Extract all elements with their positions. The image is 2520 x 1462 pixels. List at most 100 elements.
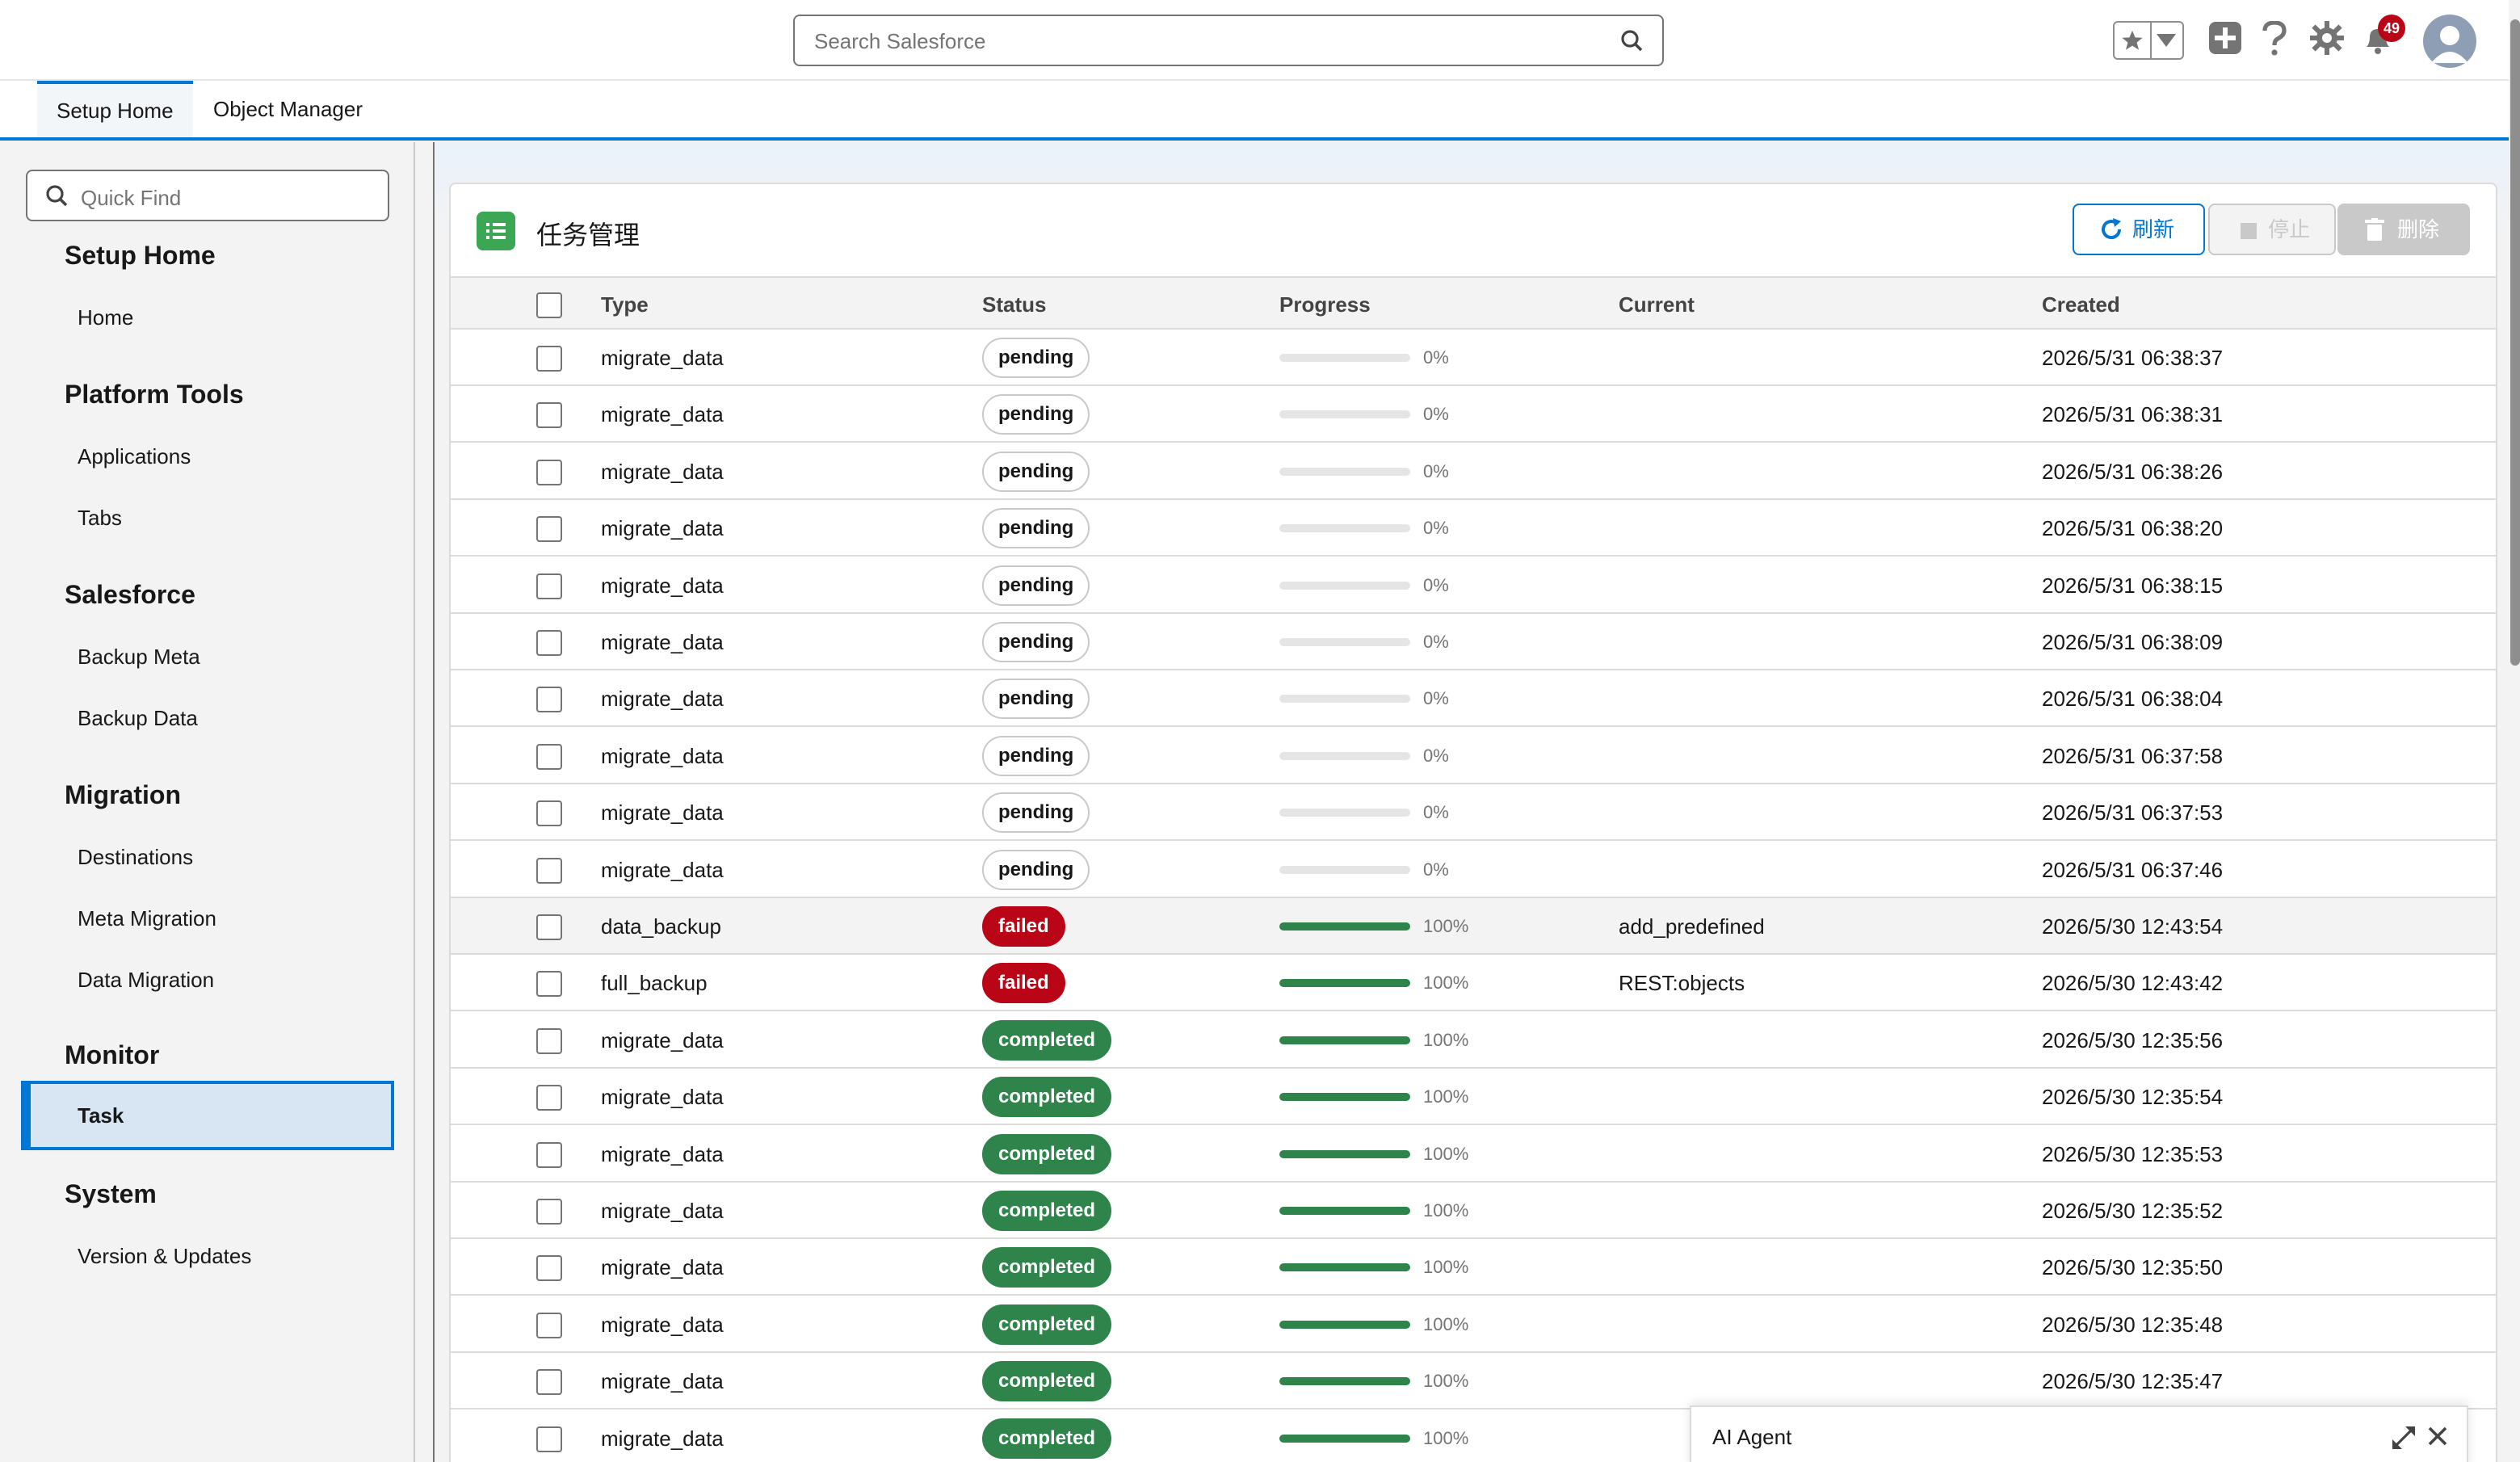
row-checkbox[interactable]	[536, 1085, 562, 1111]
help-icon[interactable]	[2258, 21, 2291, 57]
task-list-icon	[477, 212, 515, 250]
progress-label: 100%	[1423, 1427, 1469, 1448]
ai-agent-title: AI Agent	[1712, 1425, 1792, 1449]
row-checkbox[interactable]	[536, 1312, 562, 1338]
sidebar-item-task[interactable]: Task	[21, 1081, 394, 1150]
table-row[interactable]: migrate_data pending 0% 2026/5/31 06:38:31	[451, 386, 2496, 443]
table-row[interactable]: migrate_data pending 0% 2026/5/31 06:38:20	[451, 500, 2496, 557]
cell-type: migrate_data	[601, 1199, 724, 1223]
row-checkbox[interactable]	[536, 1255, 562, 1282]
table-row[interactable]: migrate_data completed 100% 2026/5/30 12:35…	[451, 1183, 2496, 1239]
cell-created: 2026/5/31 06:37:58	[2042, 743, 2224, 768]
sidebar-item-backup-meta[interactable]: Backup Meta	[78, 645, 200, 670]
column-header-type[interactable]: Type	[601, 292, 649, 317]
table-row[interactable]: migrate_data pending 0% 2026/5/31 06:37:53	[451, 784, 2496, 842]
delete-button[interactable]: 删除	[2337, 204, 2470, 255]
row-checkbox[interactable]	[536, 1199, 562, 1225]
cell-type: migrate_data	[601, 743, 724, 768]
table-header: Type Status Progress Current Created	[451, 276, 2496, 330]
progress-fill	[1279, 1149, 1410, 1158]
sidebar-item-home[interactable]: Home	[78, 305, 133, 330]
select-all-checkbox[interactable]	[536, 292, 562, 318]
sidebar-item-data-migration[interactable]: Data Migration	[78, 968, 214, 993]
stop-button[interactable]: 停止	[2208, 204, 2336, 255]
table-row[interactable]: migrate_data completed 100% 2026/5/30 12:35…	[451, 1239, 2496, 1296]
quick-find-placeholder: Quick Find	[81, 186, 182, 210]
row-checkbox[interactable]	[536, 1027, 562, 1054]
quick-find-input[interactable]: Quick Find	[26, 170, 389, 221]
row-checkbox[interactable]	[536, 914, 562, 940]
row-checkbox[interactable]	[536, 857, 562, 884]
row-checkbox[interactable]	[536, 800, 562, 827]
cell-created: 2026/5/31 06:38:09	[2042, 630, 2224, 654]
scrollbar-thumb[interactable]	[2510, 19, 2520, 666]
table-row[interactable]: full_backup failed 100% REST:objects 2026/5/…	[451, 955, 2496, 1012]
table-row[interactable]: migrate_data completed 100% 2026/5/30 12:35…	[451, 1125, 2496, 1183]
cell-created: 2026/5/30 12:43:42	[2042, 971, 2224, 996]
sidebar-item-destinations[interactable]: Destinations	[78, 845, 193, 870]
search-input[interactable]: Search Salesforce	[793, 15, 1664, 66]
section-migration: Migration	[65, 780, 181, 809]
row-checkbox[interactable]	[536, 971, 562, 998]
sidebar-item-applications[interactable]: Applications	[78, 444, 191, 469]
column-header-status[interactable]: Status	[982, 292, 1046, 317]
row-checkbox[interactable]	[536, 459, 562, 485]
table-row[interactable]: migrate_data pending 0% 2026/5/31 06:38:26	[451, 443, 2496, 500]
row-checkbox[interactable]	[536, 402, 562, 429]
table-row[interactable]: migrate_data completed 100% 2026/5/30 12:35…	[451, 1353, 2496, 1410]
row-checkbox[interactable]	[536, 573, 562, 599]
column-header-current[interactable]: Current	[1619, 292, 1695, 317]
table-row[interactable]: migrate_data pending 0% 2026/5/31 06:38:09	[451, 614, 2496, 670]
favorites-button[interactable]	[2113, 21, 2184, 60]
table-row[interactable]: migrate_data pending 0% 2026/5/31 06:38:15	[451, 557, 2496, 614]
column-header-created[interactable]: Created	[2042, 292, 2120, 317]
progress-label: 0%	[1423, 632, 1449, 652]
cell-created: 2026/5/31 06:38:37	[2042, 346, 2224, 370]
add-icon[interactable]	[2208, 21, 2242, 55]
row-checkbox[interactable]	[536, 743, 562, 770]
table-row[interactable]: migrate_data completed 100% 2026/5/30 12:35…	[451, 1296, 2496, 1353]
progress-bar	[1279, 1036, 1410, 1044]
progress-label: 0%	[1423, 802, 1449, 823]
sidebar-item-version-updates[interactable]: Version & Updates	[78, 1244, 251, 1269]
row-checkbox[interactable]	[536, 1369, 562, 1396]
table-row[interactable]: migrate_data pending 0% 2026/5/31 06:38:04	[451, 670, 2496, 728]
expand-icon[interactable]	[2392, 1426, 2415, 1449]
sidebar-item-backup-data[interactable]: Backup Data	[78, 706, 198, 731]
ai-agent-panel[interactable]: AI Agent	[1690, 1405, 2468, 1462]
sidebar-item-meta-migration[interactable]: Meta Migration	[78, 906, 216, 931]
status-badge: completed	[982, 1247, 1112, 1288]
close-icon[interactable]	[2428, 1426, 2447, 1446]
column-header-progress[interactable]: Progress	[1279, 292, 1371, 317]
refresh-icon	[2102, 218, 2122, 240]
progress-bar	[1279, 410, 1410, 419]
status-badge: completed	[982, 1361, 1112, 1402]
progress-bar	[1279, 1093, 1410, 1102]
tab-object-manager[interactable]: Object Manager	[194, 81, 382, 137]
table-row[interactable]: migrate_data completed 100% 2026/5/30 12:35…	[451, 1069, 2496, 1126]
row-checkbox[interactable]	[536, 346, 562, 372]
table-row[interactable]: migrate_data pending 0% 2026/5/31 06:37:58	[451, 727, 2496, 784]
gear-icon[interactable]	[2310, 21, 2344, 55]
tab-setup-home[interactable]: Setup Home	[37, 81, 193, 137]
status-badge: completed	[982, 1418, 1112, 1459]
search-icon	[46, 185, 68, 207]
row-checkbox[interactable]	[536, 1141, 562, 1168]
row-checkbox[interactable]	[536, 1426, 562, 1452]
row-checkbox[interactable]	[536, 516, 562, 543]
avatar-icon[interactable]	[2423, 15, 2476, 68]
sidebar-resize-handle[interactable]	[415, 142, 435, 1462]
row-checkbox[interactable]	[536, 687, 562, 713]
refresh-button[interactable]: 刷新	[2073, 204, 2205, 255]
table-row[interactable]: migrate_data pending 0% 2026/5/31 06:38:37	[451, 330, 2496, 386]
table-row[interactable]: migrate_data completed 100% 2026/5/30 12:35…	[451, 1011, 2496, 1069]
sidebar-item-tabs[interactable]: Tabs	[78, 506, 122, 531]
row-checkbox[interactable]	[536, 630, 562, 656]
search-icon[interactable]	[1620, 29, 1643, 52]
chevron-down-icon[interactable]	[2157, 34, 2176, 48]
table-row[interactable]: migrate_data pending 0% 2026/5/31 06:37:46	[451, 841, 2496, 898]
status-badge: pending	[982, 338, 1090, 378]
page-scrollbar[interactable]	[2509, 0, 2520, 1462]
section-monitor: Monitor	[65, 1040, 160, 1069]
table-row[interactable]: data_backup failed 100% add_predefined 2026/…	[451, 898, 2496, 955]
